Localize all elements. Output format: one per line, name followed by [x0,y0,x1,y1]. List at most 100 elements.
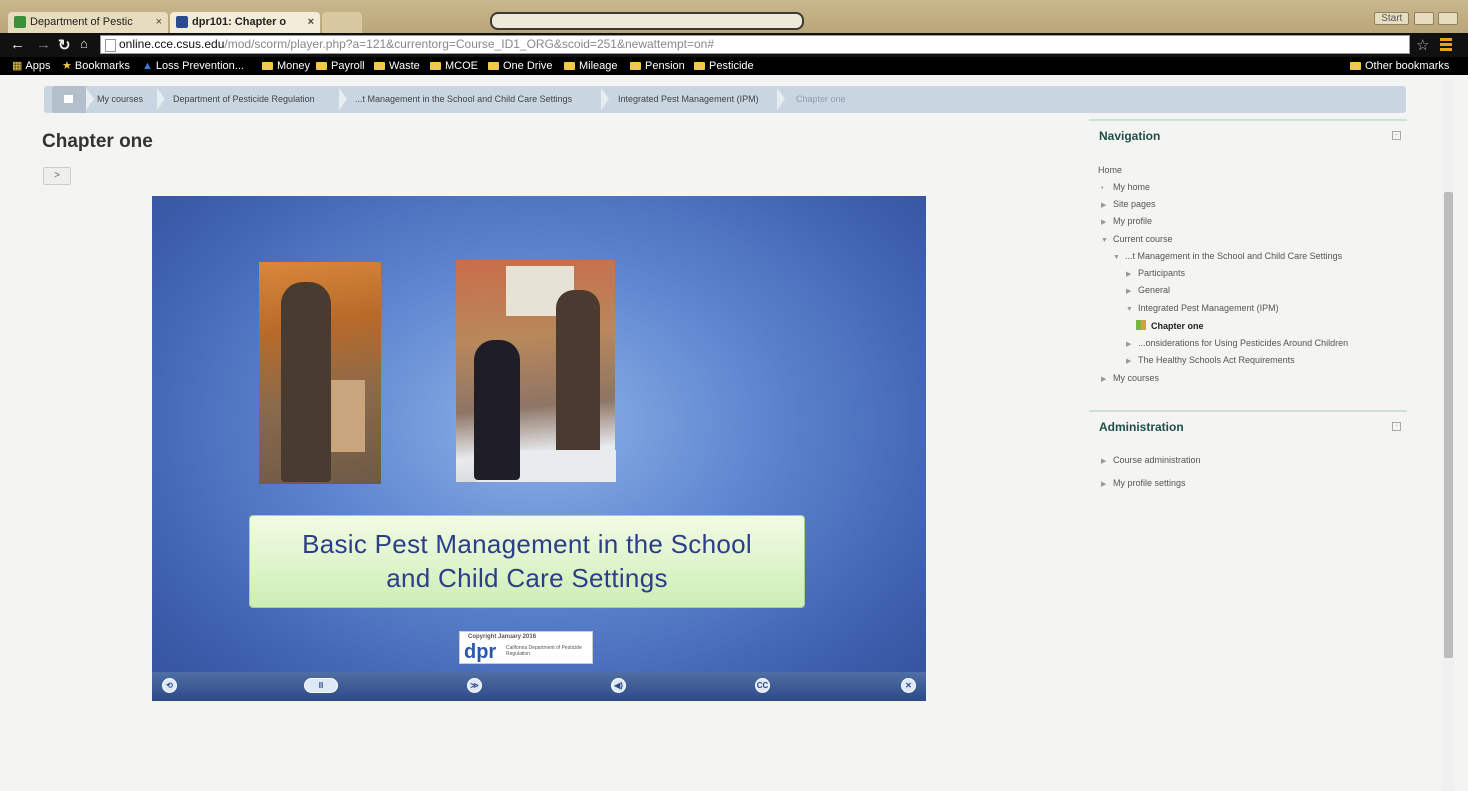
collapse-icon[interactable]: - [1392,131,1401,140]
bookmark-money[interactable]: Money [262,57,310,75]
bookmark-bookmarks[interactable]: ★ Bookmarks [62,57,130,75]
expand-arrow-icon: ▶ [1126,358,1132,365]
favicon-icon [14,16,26,28]
reload-icon[interactable]: ↻ [58,36,71,54]
bookmark-loss-prevention[interactable]: ▲ Loss Prevention... [142,57,244,75]
collapse-arrow-icon: ▼ [1101,237,1108,244]
replay-icon[interactable]: ⟲ [162,678,177,693]
bookmark-pesticide[interactable]: Pesticide [694,57,754,75]
breadcrumb-department[interactable]: Department of Pesticide Regulation [173,86,315,113]
forward-arrow-icon[interactable]: → [36,36,51,53]
bookmarks-bar: ▦ Apps ★ Bookmarks ▲ Loss Prevention... Mon… [0,57,1468,75]
skip-icon[interactable]: ≫ [467,678,482,693]
start-button[interactable]: Start [1374,12,1410,25]
scorm-player[interactable]: Basic Pest Management in the School and … [152,196,926,701]
expand-arrow-icon: ▶ [1101,376,1107,383]
minimize-button[interactable] [1414,12,1434,25]
bookmark-payroll[interactable]: Payroll [316,57,365,75]
scrollbar-thumb[interactable] [1444,192,1453,658]
folder-icon [1350,62,1361,70]
bookmark-one-drive[interactable]: One Drive [488,57,553,75]
volume-icon[interactable]: ◀) [611,678,626,693]
favicon-icon [176,16,188,28]
nav-course[interactable]: ▼ ...t Management in the School and Child… [1113,251,1342,261]
nav-my-profile[interactable]: ▶ My profile [1101,216,1152,226]
tab-close-icon[interactable]: × [308,12,314,33]
logo-copyright: Copyright January 2016 [468,634,537,640]
expand-arrow-icon: ▶ [1101,219,1107,226]
url-host: online.cce.csus.edu [119,37,225,51]
breadcrumb-course[interactable]: ...t Management in the School and Child … [355,86,572,113]
home-icon[interactable]: ⌂ [80,36,88,51]
nav-site-pages[interactable]: ▶ Site pages [1101,199,1156,209]
chrome-menu-icon[interactable] [1440,38,1452,53]
bookmark-star-icon[interactable]: ☆ [1416,36,1429,54]
admin-course-administration[interactable]: ▶ Course administration [1101,455,1201,465]
nav-my-home[interactable]: • My home [1101,182,1150,192]
expand-arrow-icon: ▶ [1101,481,1107,488]
window-buttons: Start [1372,12,1458,25]
nav-home[interactable]: Home [1098,165,1122,175]
expand-arrow-icon: ▶ [1126,288,1132,295]
administration-title: Administration [1099,420,1184,434]
bookmark-waste[interactable]: Waste [374,57,420,75]
nav-healthy-schools[interactable]: ▶ The Healthy Schools Act Requirements [1126,355,1295,365]
tab-title: Department of Pestic [30,16,133,28]
breadcrumb-ipm[interactable]: Integrated Pest Management (IPM) [618,86,759,113]
administration-block: Administration - ▶ Course administration … [1089,410,1407,502]
pause-icon[interactable]: II [304,678,338,693]
browser-toolbar: ← → ↻ ⌂ online.cce.csus.edu/mod/scorm/pl… [0,33,1468,57]
expand-arrow-icon: ▶ [1101,202,1107,209]
slide-title-box: Basic Pest Management in the School and … [249,515,805,608]
folder-icon [316,62,327,70]
breadcrumb: My courses Department of Pesticide Regul… [44,86,1406,113]
photo-man-with-sprayer [259,262,381,484]
bookmark-mileage[interactable]: Mileage [564,57,618,75]
toc-toggle-button[interactable]: > [43,167,71,185]
site-icon: ▲ [142,60,153,72]
browser-tab-department[interactable]: Department of Pestic × [8,12,168,33]
nav-chapter-one[interactable]: Chapter one [1136,320,1204,331]
collapse-icon[interactable]: - [1392,422,1401,431]
page-title: Chapter one [42,131,153,152]
bookmark-pension[interactable]: Pension [630,57,685,75]
nav-my-courses[interactable]: ▶ My courses [1101,373,1159,383]
nav-current-course[interactable]: ▼ Current course [1101,234,1173,244]
apps-grid-icon: ▦ [12,60,23,72]
back-arrow-icon[interactable]: ← [10,36,25,53]
browser-tab-strip: Department of Pestic × dpr101: Chapter o… [0,0,1468,33]
tab-close-icon[interactable]: × [156,12,162,33]
folder-icon [630,62,641,70]
folder-icon [374,62,385,70]
bookmark-apps[interactable]: ▦ Apps [12,57,50,75]
folder-icon [564,62,575,70]
collapse-arrow-icon: ▼ [1126,306,1133,313]
expand-arrow-icon: ▶ [1101,458,1107,465]
maximize-button[interactable] [1438,12,1458,25]
nav-participants[interactable]: ▶ Participants [1126,268,1185,278]
star-icon: ★ [62,60,72,72]
page-icon [105,39,116,52]
breadcrumb-chapter-one: Chapter one [796,94,846,104]
other-bookmarks[interactable]: Other bookmarks [1350,57,1449,75]
folder-icon [488,62,499,70]
breadcrumb-my-courses[interactable]: My courses [97,86,143,113]
captions-icon[interactable]: CC [755,678,770,693]
logo-mark: dpr [464,641,497,663]
bookmark-mcoe[interactable]: MCOE [430,57,478,75]
slide-title-line2: and Child Care Settings [386,563,668,593]
new-tab-button[interactable] [322,12,362,33]
admin-my-profile-settings[interactable]: ▶ My profile settings [1101,478,1186,488]
folder-icon [430,62,441,70]
expand-arrow-icon: ▶ [1126,271,1132,278]
address-bar[interactable]: online.cce.csus.edu/mod/scorm/player.php… [100,35,1410,54]
close-icon[interactable]: ✕ [901,678,916,693]
nav-ipm[interactable]: ▼ Integrated Pest Management (IPM) [1126,303,1279,313]
nav-general[interactable]: ▶ General [1126,285,1170,295]
logo-dept: California Department of Pesticide Regul… [506,645,582,657]
breadcrumb-home-icon[interactable] [52,86,86,113]
player-controls: ⟲ II ≫ ◀) CC ✕ [152,672,926,701]
nav-considerations[interactable]: ▶ ...onsiderations for Using Pesticides A… [1126,338,1348,348]
browser-tab-dpr101[interactable]: dpr101: Chapter o × [170,12,320,33]
dpr-logo: Copyright January 2016 dpr California De… [459,631,593,664]
